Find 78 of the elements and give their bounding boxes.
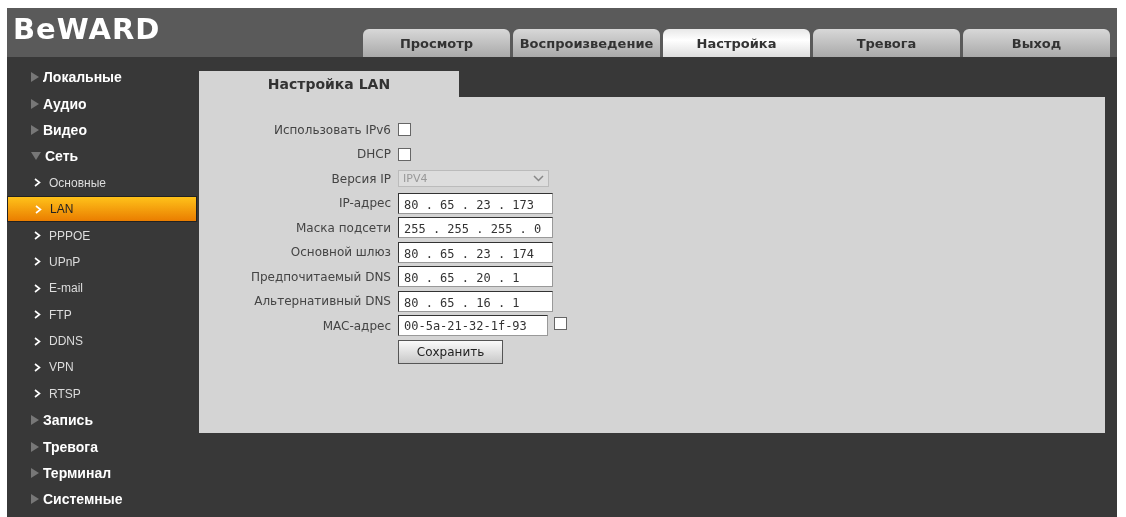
chevron-icon <box>34 178 41 188</box>
sidebar-group[interactable]: Тревога <box>7 433 192 460</box>
item-label: VPN <box>49 360 74 375</box>
item-label: RTSP <box>49 386 81 401</box>
checkbox[interactable] <box>398 123 411 137</box>
sidebar-group[interactable]: Терминал <box>7 459 192 487</box>
checkbox[interactable] <box>398 147 411 161</box>
sidebar-item[interactable]: PPPOE <box>7 222 192 249</box>
panel-title: Настройка LAN <box>199 71 459 97</box>
item-label: DDNS <box>49 334 83 349</box>
input-field[interactable]: 255 . 255 . 255 . 0 <box>398 217 553 239</box>
caret-right-icon <box>31 98 39 109</box>
field-label: Предпочитаемый DNS <box>249 269 392 284</box>
group-label: Тревога <box>43 438 98 455</box>
group-label: Локальные <box>43 69 122 86</box>
chevron-icon <box>35 204 42 214</box>
input-field[interactable]: 00-5a-21-32-1f-93 <box>398 315 548 337</box>
field-label: MAC-адрес <box>321 318 392 333</box>
item-label: PPPOE <box>49 228 91 243</box>
field-label: DHCP <box>356 147 392 162</box>
caret-right-icon <box>31 494 39 505</box>
nav-tab[interactable]: Тревога <box>813 29 960 57</box>
sidebar-item[interactable]: LAN <box>7 195 197 223</box>
caret-right-icon <box>31 124 39 135</box>
sidebar-item[interactable]: RTSP <box>7 380 192 408</box>
field-label: Альтернативный DNS <box>253 294 392 309</box>
caret-right-icon <box>31 72 39 83</box>
sidebar-item[interactable]: VPN <box>7 354 192 381</box>
chevron-icon <box>34 336 41 346</box>
caret-right-icon <box>31 415 39 426</box>
chevron-icon <box>34 257 41 267</box>
field-label: Версия IP <box>330 171 392 186</box>
sidebar-item[interactable]: UPnP <box>7 248 192 276</box>
sidebar-group[interactable]: Локальные <box>7 64 192 91</box>
group-label: Видео <box>43 121 87 138</box>
input-field[interactable]: 80 . 65 . 23 . 174 <box>398 241 553 263</box>
caret-right-icon <box>31 468 39 479</box>
caret-down-icon <box>31 152 41 161</box>
item-label: LAN <box>50 202 74 217</box>
group-label: Запись <box>43 412 93 429</box>
sidebar-group[interactable]: Системные <box>7 486 192 513</box>
sidebar-group[interactable]: Сеть <box>7 143 192 170</box>
group-label: Аудио <box>43 95 87 112</box>
item-label: E-mail <box>49 281 83 296</box>
nav-tab[interactable]: Выход <box>963 29 1110 57</box>
chevron-icon <box>34 389 41 399</box>
chevron-icon <box>34 283 41 293</box>
sidebar-group[interactable]: Аудио <box>7 90 192 117</box>
caret-right-icon <box>31 441 39 452</box>
field-label: Основной шлюз <box>289 245 392 260</box>
nav-tab[interactable]: Воспроизведение <box>513 29 660 57</box>
sidebar-item[interactable]: E-mail <box>7 275 192 302</box>
field-label: Маска подсети <box>295 220 392 235</box>
group-label: Терминал <box>43 465 112 482</box>
chevron-icon <box>34 363 41 372</box>
input-field[interactable]: 80 . 65 . 16 . 1 <box>398 290 553 312</box>
item-label: FTP <box>49 307 72 322</box>
sidebar-group[interactable]: Видео <box>7 116 192 144</box>
save-button[interactable]: Сохранить <box>398 340 503 365</box>
input-field[interactable]: 80 . 65 . 23 . 173 <box>398 192 553 214</box>
nav-tab[interactable]: Настройка <box>663 29 810 57</box>
item-label: UPnP <box>49 254 81 269</box>
field-label: Использовать IPv6 <box>272 122 392 137</box>
sidebar-item[interactable]: FTP <box>7 301 192 328</box>
logo: BeWARD <box>13 12 161 46</box>
group-label: Системные <box>43 491 123 508</box>
nav-tab[interactable]: Просмотр <box>363 29 510 57</box>
checkbox[interactable] <box>554 317 567 330</box>
sidebar-item[interactable]: Основные <box>7 169 192 196</box>
chevron-icon <box>34 231 41 241</box>
input-field[interactable]: 80 . 65 . 20 . 1 <box>398 266 553 288</box>
chevron-down-icon <box>533 175 544 183</box>
item-label: Основные <box>49 175 106 190</box>
group-label: Сеть <box>45 148 79 165</box>
chevron-icon <box>34 310 41 320</box>
sidebar-group[interactable]: Запись <box>7 407 192 434</box>
sidebar-item[interactable]: DDNS <box>7 327 192 355</box>
field-label: IP-адрес <box>337 196 392 211</box>
